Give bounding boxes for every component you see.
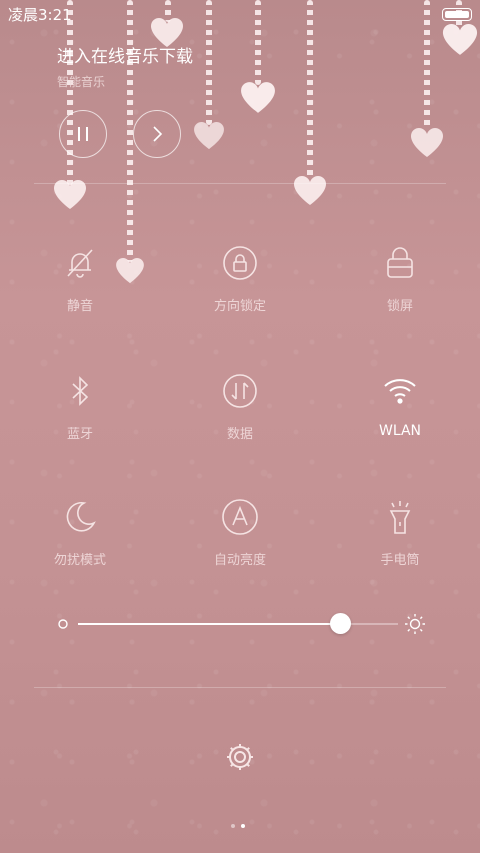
next-button[interactable] <box>133 110 181 158</box>
wifi-icon <box>380 371 420 411</box>
gear-icon <box>227 744 253 770</box>
page-indicator <box>231 813 251 832</box>
settings-button[interactable] <box>224 741 256 773</box>
tile-rotation-lock-label: 方向锁定 <box>213 299 266 314</box>
bluetooth-icon <box>60 371 100 411</box>
music-app-name: 智能音乐 <box>57 75 106 89</box>
pause-button[interactable] <box>59 110 107 158</box>
tile-lock-screen-label: 锁屏 <box>386 299 413 314</box>
music-title[interactable]: 进入在线音乐下载 <box>57 42 193 67</box>
tile-bluetooth[interactable]: 蓝牙 <box>25 371 135 442</box>
music-widget[interactable]: 进入在线音乐下载 智能音乐 <box>57 42 193 90</box>
tile-wlan-label: WLAN <box>378 423 421 439</box>
divider-bottom <box>34 687 446 688</box>
brightness-slider[interactable] <box>56 606 426 642</box>
status-time: 凌晨3:21 <box>8 6 72 24</box>
next-icon <box>153 126 163 142</box>
bell-off-icon <box>60 243 100 283</box>
brightness-knob[interactable] <box>330 613 352 634</box>
page-dot-2 <box>241 824 245 828</box>
pause-icon <box>78 127 88 141</box>
tile-rotation-lock[interactable]: 方向锁定 <box>185 243 295 314</box>
rotation-lock-icon <box>220 243 260 283</box>
tile-mobile-data-label: 数据 <box>226 427 253 442</box>
tile-mobile-data[interactable]: 数据 <box>185 371 295 442</box>
tile-mute[interactable]: 静音 <box>25 243 135 314</box>
tile-wlan[interactable]: WLAN <box>345 371 455 439</box>
flashlight-icon <box>380 497 420 537</box>
tile-lock-screen[interactable]: 锁屏 <box>345 243 455 314</box>
tile-do-not-disturb[interactable]: 勿扰模式 <box>25 497 135 568</box>
battery-icon <box>442 8 472 21</box>
page-dot-1 <box>231 824 235 828</box>
status-bar: 凌晨3:21 <box>0 0 480 28</box>
brightness-high-icon <box>405 614 425 634</box>
lock-icon <box>380 243 420 283</box>
auto-brightness-icon <box>220 497 260 537</box>
divider-top <box>34 183 446 184</box>
tile-mute-label: 静音 <box>66 299 93 314</box>
tile-auto-brightness-label: 自动亮度 <box>213 553 266 568</box>
tile-flashlight[interactable]: 手电筒 <box>345 497 455 568</box>
tile-do-not-disturb-label: 勿扰模式 <box>53 553 106 568</box>
tile-bluetooth-label: 蓝牙 <box>66 427 93 442</box>
tile-auto-brightness[interactable]: 自动亮度 <box>185 497 295 568</box>
moon-icon <box>60 497 100 537</box>
tile-flashlight-label: 手电筒 <box>380 553 420 568</box>
mobile-data-icon <box>220 371 260 411</box>
brightness-low-icon <box>58 619 68 629</box>
brightness-fill <box>78 623 341 625</box>
